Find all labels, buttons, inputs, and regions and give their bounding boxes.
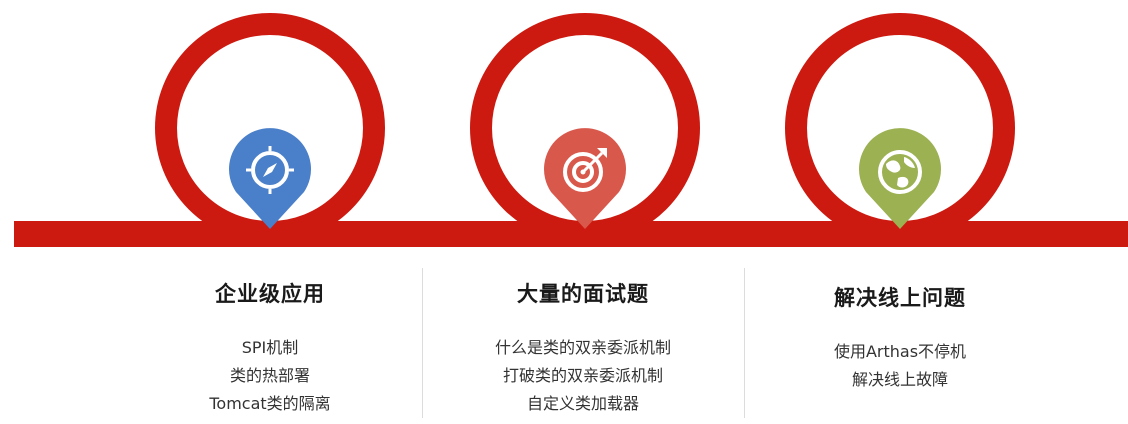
stage-item: Tomcat类的隔离 [209, 394, 331, 413]
stage-items: SPI机制 类的热部署 Tomcat类的隔离 [120, 334, 420, 418]
stage-title: 解决线上问题 [834, 286, 966, 310]
road-bar [14, 221, 1128, 247]
stage-column-2: 大量的面试题 什么是类的双亲委派机制 打破类的双亲委派机制 自定义类加载器 [433, 268, 733, 418]
stage-item: 什么是类的双亲委派机制 [494, 338, 671, 357]
stage-item: 使用Arthas不停机 [833, 342, 967, 361]
pin-marker-2 [544, 128, 627, 229]
column-divider-2 [744, 268, 745, 418]
pin-marker-1 [228, 128, 311, 229]
stage-items: 使用Arthas不停机 解决线上故障 [750, 338, 1050, 394]
stage-title: 企业级应用 [215, 282, 325, 306]
stage-item: 解决线上故障 [851, 370, 948, 389]
column-divider-1 [422, 268, 423, 418]
stage-item: 打破类的双亲委派机制 [502, 366, 663, 385]
stage-title: 大量的面试题 [517, 282, 649, 306]
stage-items: 什么是类的双亲委派机制 打破类的双亲委派机制 自定义类加载器 [433, 334, 733, 418]
stage-column-3: 解决线上问题 使用Arthas不停机 解决线上故障 [750, 268, 1050, 394]
stage-item: 类的热部署 [229, 366, 310, 385]
pin-marker-3 [858, 128, 941, 229]
stage-item: 自定义类加载器 [526, 394, 639, 413]
roadmap-diagram: 企业级应用 SPI机制 类的热部署 Tomcat类的隔离 大量的面试题 什么是类… [0, 0, 1128, 424]
stage-column-1: 企业级应用 SPI机制 类的热部署 Tomcat类的隔离 [120, 268, 420, 418]
stage-item: SPI机制 [241, 338, 299, 357]
